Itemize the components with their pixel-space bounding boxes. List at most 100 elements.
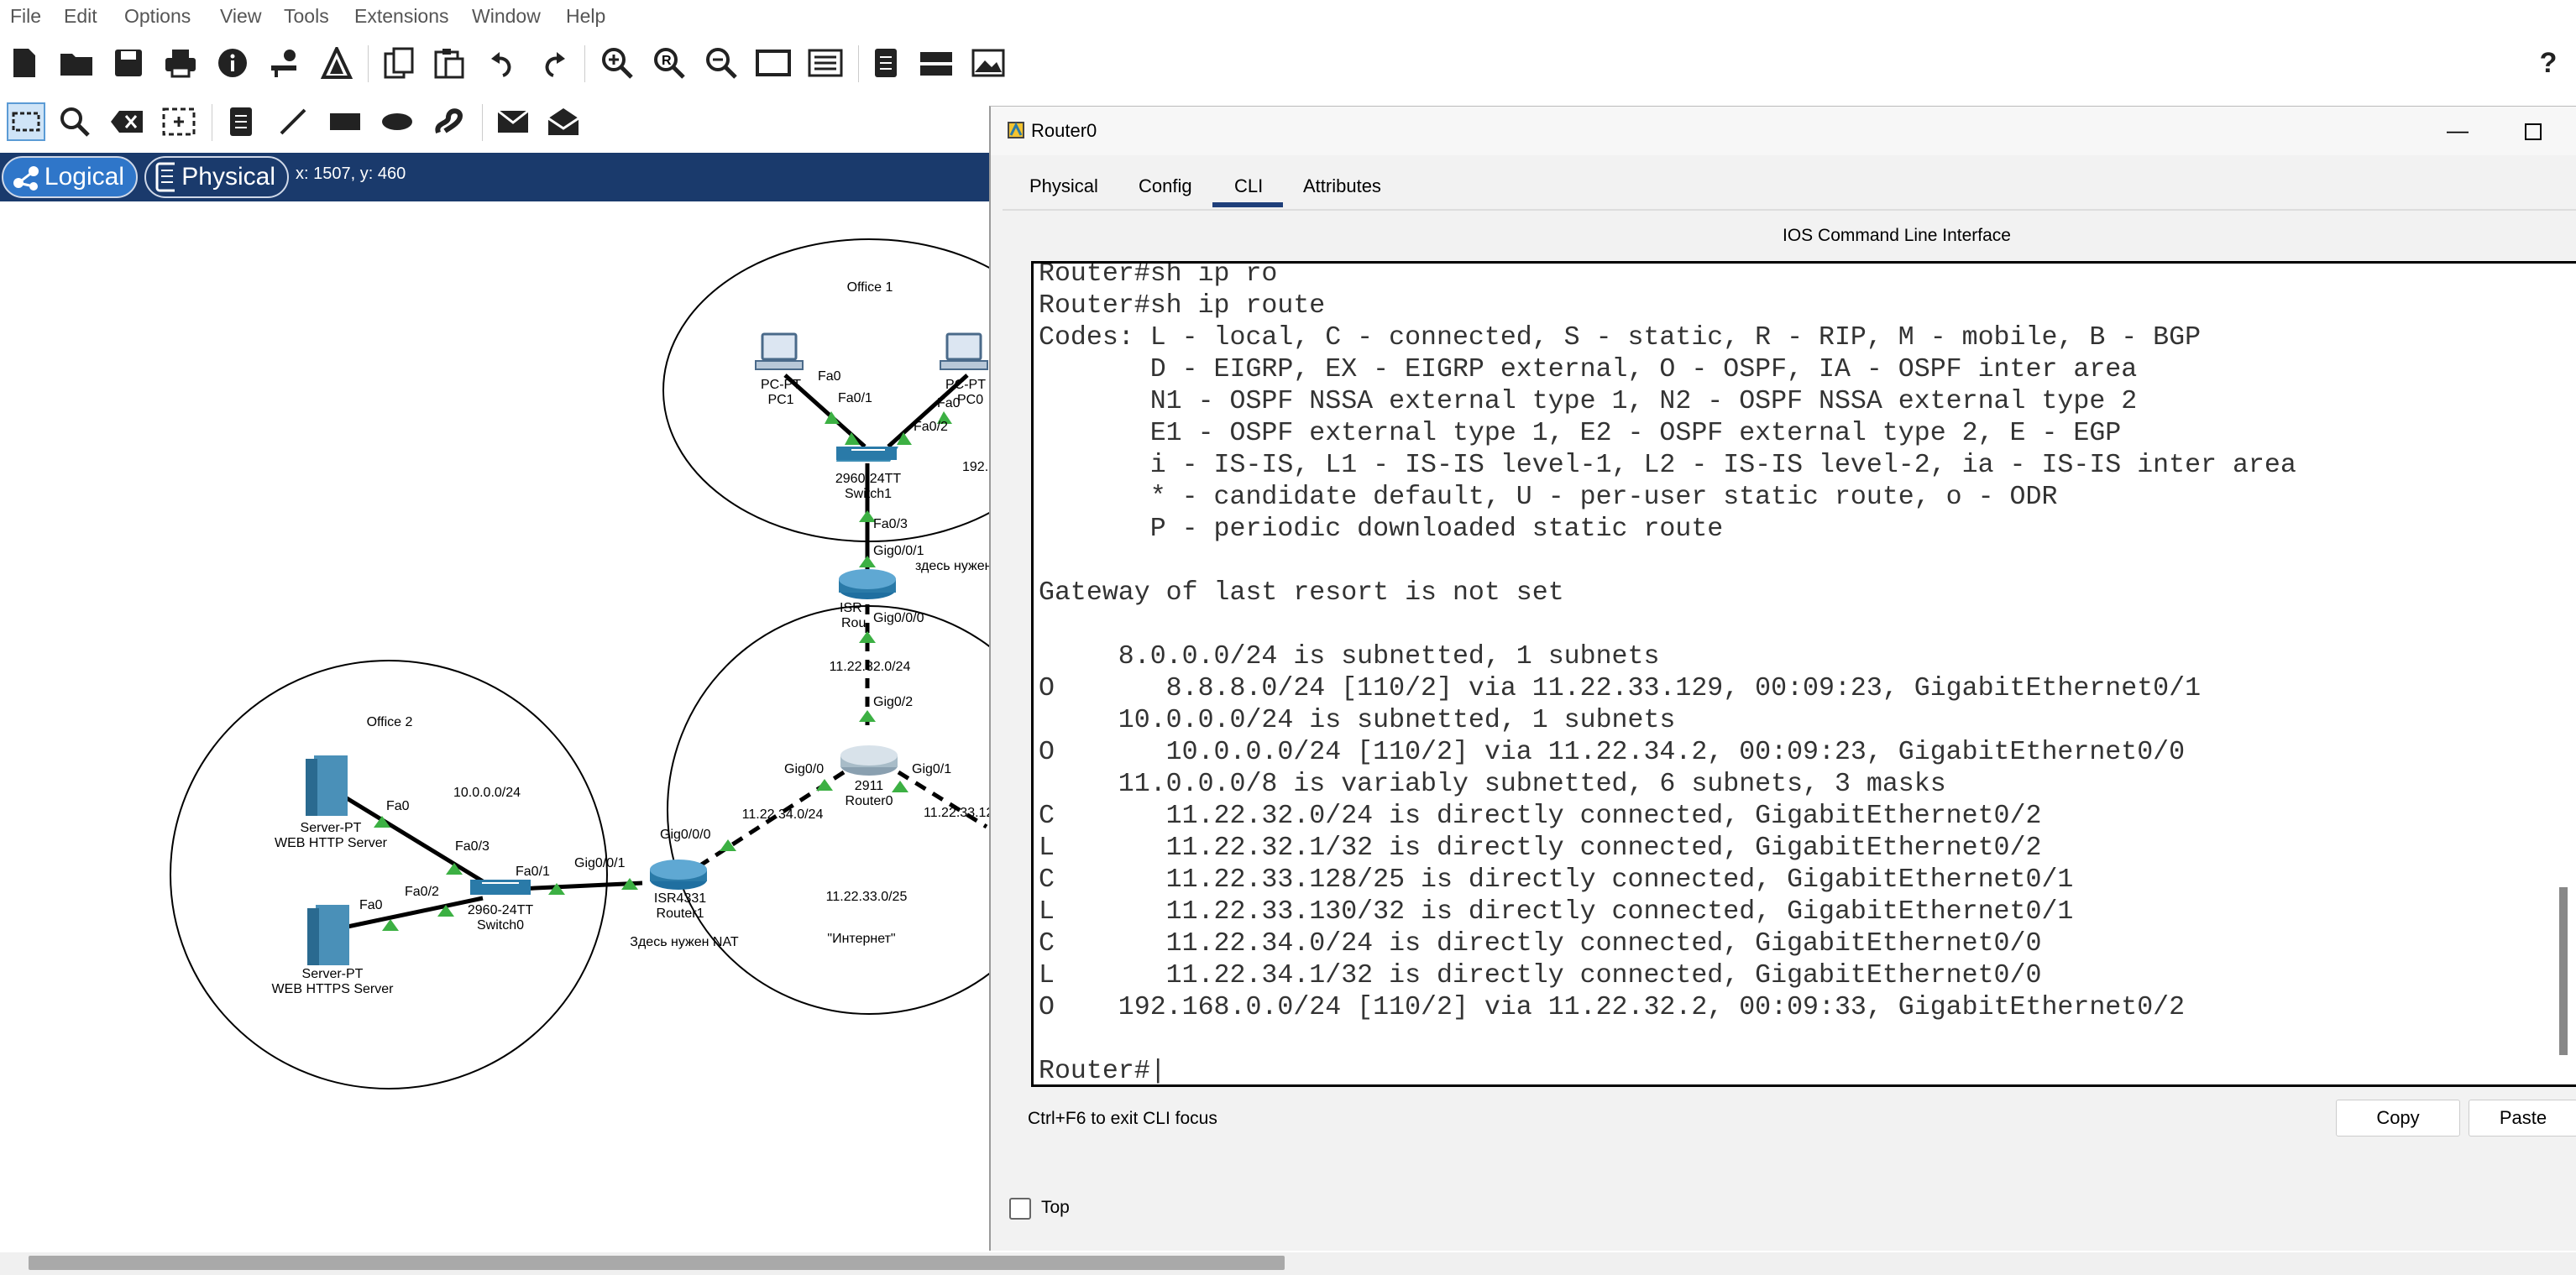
port-label: Gig0/0/0 bbox=[873, 611, 924, 625]
copy-button[interactable]: Copy bbox=[2336, 1100, 2460, 1137]
port-label: Fa0 bbox=[359, 898, 383, 912]
router-isr-icon[interactable] bbox=[839, 569, 896, 599]
network-wizard-icon[interactable] bbox=[265, 44, 304, 82]
rectangle-icon[interactable] bbox=[326, 102, 364, 141]
note-icon[interactable] bbox=[222, 102, 260, 141]
menu-tools[interactable]: Tools bbox=[284, 5, 329, 28]
router0-icon[interactable] bbox=[840, 745, 898, 776]
office2-label: Office 2 bbox=[366, 715, 413, 729]
tab-attributes[interactable]: Attributes bbox=[1303, 175, 1381, 197]
ellipse-icon[interactable] bbox=[378, 102, 416, 141]
switch1-model-label: 2960-24TT bbox=[835, 472, 902, 486]
info-icon[interactable] bbox=[213, 44, 252, 82]
cursor-coordinates: x: 1507, y: 460 bbox=[296, 165, 406, 183]
pc1-name-label: PC1 bbox=[767, 393, 794, 407]
packet-tracer-app-icon bbox=[1008, 122, 1024, 138]
resize-icon[interactable] bbox=[160, 102, 198, 141]
http-server-type-label: Server-PT bbox=[300, 821, 362, 835]
physical-mode-button[interactable]: Physical bbox=[144, 156, 289, 198]
menu-help[interactable]: Help bbox=[566, 5, 605, 28]
port-label: Gig0/0/1 bbox=[574, 856, 626, 870]
complex-pdu-icon[interactable] bbox=[544, 102, 583, 141]
router1-icon[interactable] bbox=[650, 860, 707, 890]
cli-scrollbar[interactable] bbox=[2559, 887, 2568, 1055]
menu-file[interactable]: File bbox=[10, 5, 41, 28]
tab-config[interactable]: Config bbox=[1139, 175, 1192, 197]
cli-terminal[interactable]: Router#sh ip ro Router#sh ip route Codes… bbox=[1031, 261, 2576, 1087]
redo-icon[interactable] bbox=[534, 44, 573, 82]
line-icon[interactable] bbox=[274, 102, 312, 141]
web-http-server-icon[interactable] bbox=[306, 755, 348, 816]
menu-window[interactable]: Window bbox=[472, 5, 541, 28]
activity-wizard-icon[interactable] bbox=[317, 44, 356, 82]
always-on-top-label: Top bbox=[1041, 1198, 1070, 1217]
print-icon[interactable] bbox=[161, 44, 200, 82]
pc0-name-label: PC0 bbox=[957, 393, 984, 407]
delete-icon[interactable] bbox=[107, 102, 146, 141]
menu-options[interactable]: Options bbox=[124, 5, 191, 28]
svg-text:R: R bbox=[662, 54, 672, 68]
scrollbar-thumb[interactable] bbox=[29, 1256, 1285, 1270]
logical-mode-button[interactable]: Logical bbox=[2, 156, 138, 198]
pc0-type-label: PC-PT bbox=[945, 378, 986, 392]
simple-pdu-icon[interactable] bbox=[494, 102, 532, 141]
select-icon[interactable] bbox=[7, 102, 45, 141]
router0-model-label: 2911 bbox=[854, 779, 884, 793]
zoom-out-icon[interactable] bbox=[702, 44, 741, 82]
pc0-icon[interactable] bbox=[940, 332, 988, 370]
switch0-icon[interactable] bbox=[470, 880, 531, 895]
internet-label: "Интернет" bbox=[827, 932, 896, 946]
network-11-22-34-label: 11.22.34.0/24 bbox=[741, 807, 824, 822]
office1-area bbox=[662, 238, 991, 542]
menu-edit[interactable]: Edit bbox=[64, 5, 97, 28]
port-label: Fa0/2 bbox=[405, 885, 439, 899]
topology-diagram bbox=[170, 238, 991, 1089]
https-server-type-label: Server-PT bbox=[301, 967, 364, 981]
pc1-type-label: PC-PT bbox=[761, 378, 801, 392]
minimize-button[interactable]: — bbox=[2437, 112, 2479, 149]
notes-icon[interactable] bbox=[867, 44, 905, 82]
save-icon[interactable] bbox=[109, 44, 148, 82]
router-isr-name-label: Rou bbox=[841, 616, 867, 630]
switch1-icon[interactable] bbox=[836, 447, 898, 462]
web-https-server-icon[interactable] bbox=[307, 905, 349, 965]
new-file-icon[interactable] bbox=[5, 44, 44, 82]
minimize-icon: — bbox=[2447, 117, 2469, 143]
custom-device-icon[interactable] bbox=[806, 44, 845, 82]
help-icon[interactable]: ? bbox=[2529, 44, 2568, 82]
zoom-in-icon[interactable] bbox=[598, 44, 636, 82]
router1-model-label: ISR4331 bbox=[653, 891, 707, 906]
tab-physical[interactable]: Physical bbox=[1029, 175, 1098, 197]
switch1-name-label: Switch1 bbox=[844, 487, 893, 501]
workspace-mode-bar: Logical Physical x: 1507, y: 460 bbox=[0, 153, 991, 201]
port-label: Fa0 bbox=[386, 799, 410, 813]
device-template-icon[interactable] bbox=[917, 44, 956, 82]
tab-cli[interactable]: CLI bbox=[1234, 175, 1263, 197]
paste-icon[interactable] bbox=[430, 44, 469, 82]
paste-button[interactable]: Paste bbox=[2469, 1100, 2576, 1137]
menu-extensions[interactable]: Extensions bbox=[354, 5, 449, 28]
screenshot-icon[interactable] bbox=[969, 44, 1008, 82]
logical-mode-label: Logical bbox=[44, 163, 124, 191]
network-10-label: 10.0.0.0/24 bbox=[453, 786, 521, 800]
freeform-icon[interactable] bbox=[430, 102, 469, 141]
network-11-22-33-label: 11.22.33.0/25 bbox=[825, 890, 908, 904]
drawing-palette-icon[interactable] bbox=[754, 44, 793, 82]
inspect-icon[interactable] bbox=[55, 102, 94, 141]
router1-name-label: Router1 bbox=[656, 907, 704, 921]
pc1-icon[interactable] bbox=[755, 332, 804, 370]
switch0-name-label: Switch0 bbox=[476, 918, 525, 933]
port-label: Gig0/1 bbox=[912, 762, 952, 776]
maximize-button[interactable] bbox=[2512, 113, 2554, 150]
menu-view[interactable]: View bbox=[220, 5, 261, 28]
nat-note-label: Здесь нужен NAT bbox=[630, 935, 739, 949]
logical-workspace[interactable]: Office 1 Office 2 PC-PT PC1 PC-PT PC0 29… bbox=[0, 201, 993, 1251]
cli-heading: IOS Command Line Interface bbox=[1783, 226, 2011, 245]
menu-bar: File Edit Options View Tools Extensions … bbox=[0, 0, 2576, 35]
zoom-reset-icon[interactable]: R bbox=[650, 44, 689, 82]
copy-icon[interactable] bbox=[380, 44, 418, 82]
undo-icon[interactable] bbox=[484, 44, 522, 82]
window-titlebar[interactable]: Router0 — bbox=[991, 107, 2576, 155]
open-folder-icon[interactable] bbox=[57, 44, 96, 82]
always-on-top-checkbox[interactable] bbox=[1009, 1198, 1031, 1220]
